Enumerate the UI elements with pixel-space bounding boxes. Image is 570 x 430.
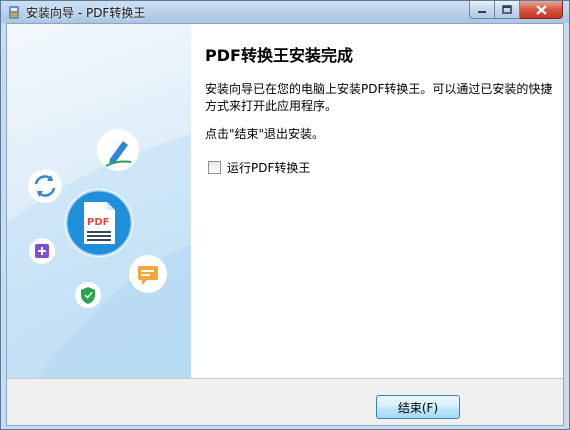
run-app-option[interactable]: 运行PDF转换王 (208, 159, 310, 176)
sidebar-illustration: PDF (7, 24, 191, 378)
minimize-icon (478, 10, 486, 13)
install-description: 安装向导已在您的电脑上安装PDF转换王。可以通过已安装的快捷方式来打开此应用程序… (205, 82, 553, 113)
pen-edit-icon (97, 129, 139, 171)
finish-button[interactable]: 结束(F) (376, 395, 460, 419)
shield-icon (75, 282, 101, 308)
run-app-checkbox[interactable] (208, 161, 221, 174)
finish-hint: 点击"结束"退出安装。 (205, 127, 325, 141)
message-icon (129, 255, 167, 293)
installer-window: 安装向导 - PDF转换王 PDF PDF转换王安装完成 安装向导已在您的电脑上… (0, 0, 570, 430)
pdf-badge-text: PDF (87, 217, 109, 228)
title-bar[interactable]: 安装向导 - PDF转换王 (1, 1, 569, 23)
content-panel: PDF转换王安装完成 安装向导已在您的电脑上安装PDF转换王。可以通过已安装的快… (191, 24, 563, 378)
installer-app-icon (9, 6, 19, 19)
pdf-document-icon: PDF (64, 188, 134, 258)
close-button[interactable] (520, 1, 563, 19)
minimize-button[interactable] (469, 1, 495, 19)
close-icon (535, 4, 547, 15)
sync-icon (28, 169, 62, 203)
page-title: PDF转换王安装完成 (205, 46, 353, 65)
maximize-button[interactable] (495, 1, 520, 19)
window-title: 安装向导 - PDF转换王 (26, 6, 146, 20)
plus-icon (29, 238, 55, 264)
sidebar-art: PDF (7, 129, 191, 378)
window-controls (469, 1, 563, 19)
maximize-icon (502, 5, 512, 14)
run-app-label[interactable]: 运行PDF转换王 (227, 159, 310, 176)
wizard-client-area: PDF PDF转换王安装完成 安装向导已在您的电脑上安装PDF转换王。可以通过已… (6, 23, 564, 426)
footer-bar: 结束(F) (7, 378, 563, 425)
